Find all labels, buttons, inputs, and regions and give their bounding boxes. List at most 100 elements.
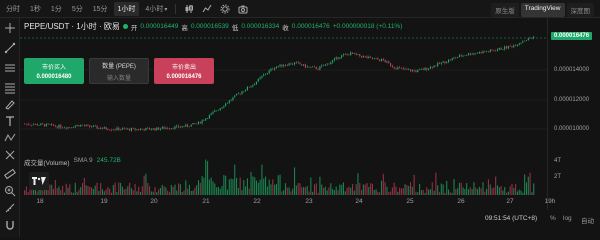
market-sell-button[interactable]: 市价卖出 0.000016476 <box>154 58 214 84</box>
pattern-icon[interactable] <box>4 132 16 144</box>
volume-bar <box>355 184 357 195</box>
candle-body <box>252 85 254 87</box>
view-native-button[interactable]: 原生版 <box>491 3 519 17</box>
quantity-input[interactable]: 数量 (PEPE) 输入数量 <box>89 58 149 84</box>
zoom-in-icon[interactable] <box>4 185 16 197</box>
volume-bar <box>400 188 402 195</box>
candle-body <box>38 125 40 126</box>
measure-icon[interactable] <box>4 168 16 180</box>
timeframe-5m[interactable]: 5分 <box>68 2 87 16</box>
candle-body <box>353 53 355 54</box>
timeframe-1m[interactable]: 1分 <box>47 2 66 16</box>
candle-body <box>399 67 401 68</box>
view-depth-button[interactable]: 深度图 <box>566 3 594 17</box>
candle-body <box>228 100 230 103</box>
magnet-icon[interactable] <box>4 219 16 231</box>
volume-bar <box>449 192 451 195</box>
candle-body <box>205 118 207 121</box>
candle-body <box>179 127 181 128</box>
volume-bar <box>199 182 201 195</box>
volume-bar <box>286 187 288 195</box>
market-buy-button[interactable]: 市价买入 0.000016480 <box>24 58 84 84</box>
volume-bar <box>255 180 258 195</box>
volume-bar <box>101 189 104 195</box>
volume-bar <box>163 186 165 195</box>
auto-scale-toggle[interactable]: 自动 <box>581 215 594 225</box>
volume-bar <box>257 182 259 195</box>
volume-bar <box>254 177 256 195</box>
candle-body <box>268 70 270 74</box>
text-tool-icon[interactable] <box>4 115 16 127</box>
candle-body <box>315 66 317 70</box>
volume-bar <box>415 191 417 195</box>
candle-body <box>433 65 435 68</box>
candle-body <box>63 127 65 129</box>
candle-body <box>31 124 33 126</box>
volume-bar <box>462 187 464 195</box>
horizontal-lines-icon[interactable] <box>4 62 16 74</box>
volume-bar <box>219 188 221 195</box>
camera-icon[interactable] <box>237 3 249 15</box>
candle-body <box>76 125 78 126</box>
candle-body <box>183 126 185 127</box>
volume-bar <box>507 191 509 195</box>
candlestick-chart[interactable] <box>20 18 547 196</box>
volume-bar <box>458 182 460 195</box>
trend-line-icon[interactable] <box>4 42 16 54</box>
volume-bar <box>375 189 377 195</box>
candle-body <box>277 66 279 67</box>
candle-body <box>196 123 198 125</box>
symbol-title[interactable]: PEPE/USDT · 1小时 · 欧易 <box>24 21 120 32</box>
ruler-icon[interactable] <box>4 202 16 214</box>
tradingview-logo[interactable] <box>29 172 49 190</box>
volume-bar <box>308 191 310 195</box>
market-buy-label: 市价买入 <box>41 65 66 71</box>
timeframe-15m[interactable]: 15分 <box>89 2 112 16</box>
view-tradingview-button[interactable]: TradingView <box>520 3 565 17</box>
timeframe-fenshi[interactable]: 分时 <box>2 2 24 16</box>
candle-type-icon[interactable] <box>183 3 195 15</box>
volume-bar <box>232 179 234 195</box>
candle-body <box>226 102 229 104</box>
candle-body <box>272 68 274 70</box>
time-axis[interactable]: 18 19 20 21 22 23 24 25 26 27 19h <box>20 196 555 210</box>
candle-body <box>391 65 393 67</box>
timeframe-1s[interactable]: 1秒 <box>26 2 45 16</box>
volume-bar <box>292 188 294 195</box>
candle-body <box>522 41 524 43</box>
timeframe-4h[interactable]: 4小时▾ <box>141 2 171 16</box>
volume-bar <box>293 167 296 195</box>
volume-bar <box>466 183 468 195</box>
volume-bar <box>393 182 395 195</box>
candle-body <box>297 61 299 63</box>
volume-bar <box>263 178 265 195</box>
log-toggle[interactable]: log <box>563 215 572 222</box>
percent-toggle[interactable]: % <box>550 215 556 222</box>
date-tick: 20 <box>150 198 158 205</box>
volume-bar <box>506 192 508 195</box>
candle-body <box>489 49 491 52</box>
candle-body <box>47 123 49 125</box>
high-label: 高 <box>181 24 188 32</box>
candle-body <box>380 59 383 62</box>
crosshair-icon[interactable] <box>4 22 16 34</box>
settings-icon[interactable] <box>219 3 231 15</box>
forecast-icon[interactable] <box>4 149 16 161</box>
volume-bar <box>185 180 187 195</box>
volume-bar <box>259 179 261 195</box>
indicators-icon[interactable] <box>201 3 213 15</box>
volume-bar <box>440 183 442 195</box>
volume-bar <box>281 191 283 195</box>
clock[interactable]: 09:51:54 (UTC+8) <box>485 215 537 222</box>
volume-bar <box>388 192 390 195</box>
candle-body <box>121 128 123 130</box>
date-tick: 25 <box>406 198 414 205</box>
low-label: 低 <box>231 24 239 32</box>
fib-retracement-icon[interactable] <box>4 82 16 94</box>
volume-bar <box>188 184 190 195</box>
brush-icon[interactable] <box>4 98 16 110</box>
candle-body <box>105 127 107 130</box>
volume-bar <box>230 178 232 195</box>
candle-body <box>420 69 422 70</box>
timeframe-1h[interactable]: 1小时 <box>113 1 140 16</box>
